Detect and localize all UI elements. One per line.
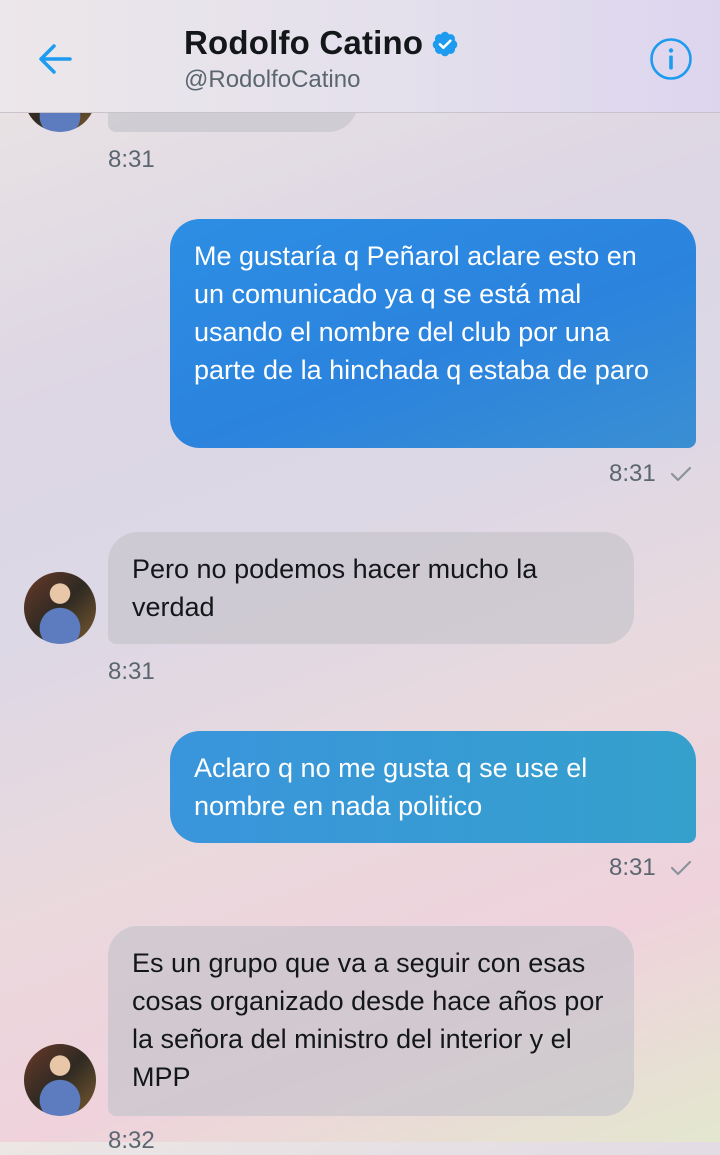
sent-check-icon bbox=[670, 466, 691, 482]
message-bubble-incoming: Pero no podemos hacer mucho la verdad bbox=[108, 532, 634, 644]
message-bubble-outgoing: Aclaro q no me gusta q se use el nombre … bbox=[170, 731, 696, 843]
contact-avatar[interactable] bbox=[24, 1044, 96, 1116]
verified-badge-icon bbox=[433, 31, 458, 57]
message-timestamp: 8:32 bbox=[108, 1127, 155, 1154]
message-timestamp: 8:31 bbox=[108, 658, 155, 685]
message-timestamp: 8:31 bbox=[609, 460, 692, 488]
info-button[interactable] bbox=[648, 36, 694, 82]
contact-avatar[interactable] bbox=[24, 572, 96, 644]
message-timestamp: 8:31 bbox=[108, 146, 155, 173]
contact-name: Rodolfo Catino bbox=[184, 24, 424, 61]
conversation-header: Rodolfo Catino @RodolfoCatino bbox=[0, 0, 720, 113]
message-timestamp: 8:31 bbox=[609, 854, 692, 882]
info-icon bbox=[650, 38, 692, 80]
contact-handle: @RodolfoCatino bbox=[184, 66, 361, 93]
message-time: 8:31 bbox=[609, 460, 656, 487]
message-time: 8:31 bbox=[609, 854, 656, 881]
arrow-left-icon bbox=[39, 44, 72, 74]
message-bubble-incoming: Es un grupo que va a seguir con esas cos… bbox=[108, 926, 634, 1116]
message-bubble-outgoing: Me gustaría q Peñarol aclare esto en un … bbox=[170, 219, 696, 448]
sent-check-icon bbox=[670, 860, 691, 876]
back-button[interactable] bbox=[30, 34, 80, 84]
conversation-title[interactable]: Rodolfo Catino @RodolfoCatino bbox=[184, 24, 459, 94]
